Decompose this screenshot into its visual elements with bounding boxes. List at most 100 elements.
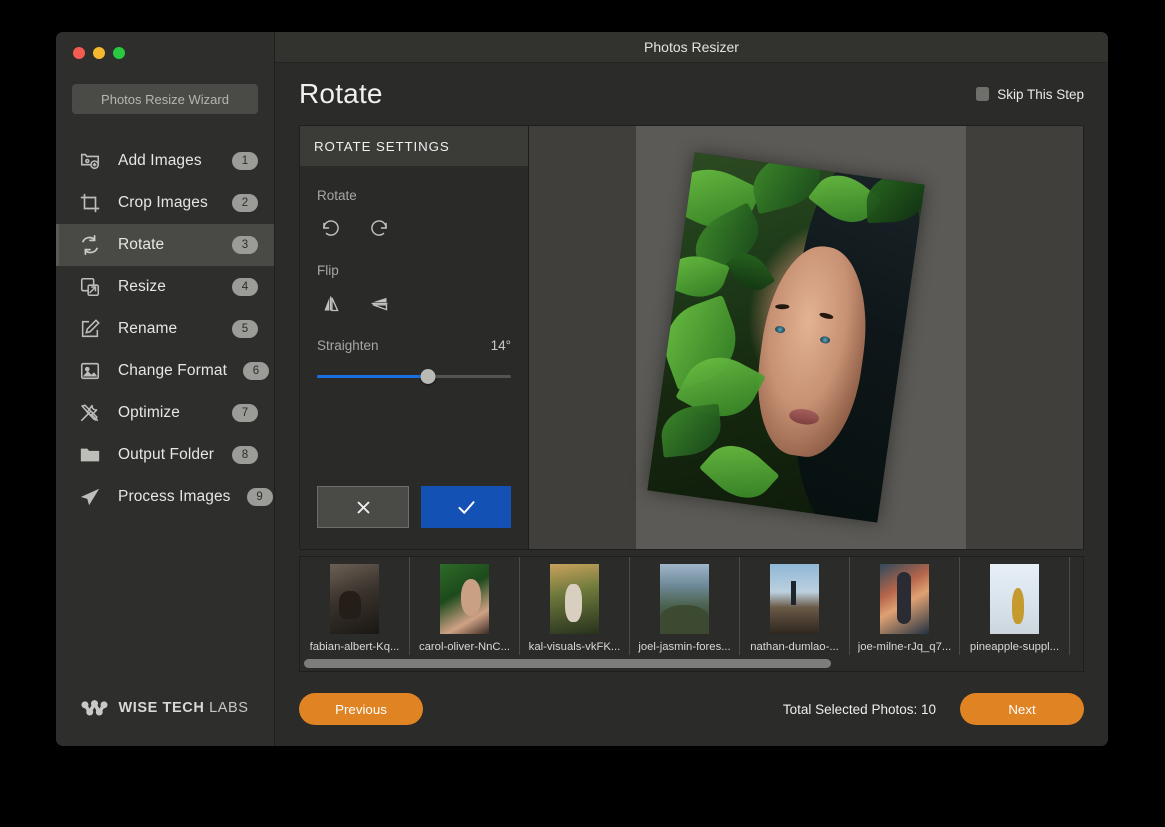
paper-plane-icon <box>78 485 102 509</box>
thumbnail-item[interactable]: kal-visuals-vkFK... <box>520 557 630 655</box>
wizard-badge: Photos Resize Wizard <box>72 84 258 114</box>
minimize-window-button[interactable] <box>93 47 105 59</box>
flip-horizontal-icon[interactable] <box>318 290 344 316</box>
rotate-left-icon[interactable] <box>318 215 344 241</box>
thumbnail-filename: pineapple-suppl... <box>969 641 1060 653</box>
thumbnail-list: fabian-albert-Kq... carol-oliver-NnC... … <box>300 557 1083 655</box>
thumbnail-image <box>440 564 489 634</box>
sidebar-item-label: Rename <box>118 320 178 337</box>
sidebar: Photos Resize Wizard Add Images 1 Crop I… <box>56 32 275 746</box>
sidebar-nav: Add Images 1 Crop Images 2 Rotate 3 Resi… <box>56 140 274 518</box>
page-title: Rotate <box>299 78 383 109</box>
sidebar-item-label: Rotate <box>118 236 165 253</box>
flip-vertical-icon[interactable] <box>366 290 392 316</box>
sidebar-item-rotate[interactable]: Rotate 3 <box>56 224 274 266</box>
sidebar-item-label: Change Format <box>118 362 227 379</box>
crop-icon <box>78 191 102 215</box>
flip-group-label: Flip <box>317 263 339 278</box>
photo-eye-left <box>774 325 786 334</box>
window-controls <box>56 32 274 59</box>
sidebar-item-badge: 6 <box>243 362 269 380</box>
thumbnail-item[interactable]: carol-oliver-NnC... <box>410 557 520 655</box>
folder-icon <box>78 443 102 467</box>
thumbnail-image <box>990 564 1039 634</box>
rotate-right-icon[interactable] <box>366 215 392 241</box>
sidebar-item-label: Crop Images <box>118 194 208 211</box>
footer-bar: Previous Total Selected Photos: 10 Next <box>299 672 1084 746</box>
page-content: Rotate Skip This Step ROTATE SETTINGS Ro… <box>275 63 1108 746</box>
slider-thumb[interactable] <box>420 369 436 384</box>
sidebar-item-badge: 8 <box>232 446 258 464</box>
rotate-buttons-row <box>317 215 511 241</box>
sidebar-item-badge: 2 <box>232 194 258 212</box>
wise-tech-labs-mark-icon <box>81 698 108 718</box>
image-preview-area[interactable] <box>529 126 1083 549</box>
thumbnail-strip: fabian-albert-Kq... carol-oliver-NnC... … <box>299 556 1084 672</box>
add-images-icon <box>78 149 102 173</box>
skip-this-step-label: Skip This Step <box>997 86 1084 102</box>
straighten-row: Straighten 14° <box>317 338 511 353</box>
thumbnail-filename: carol-oliver-NnC... <box>418 641 511 653</box>
thumbnail-image <box>880 564 929 634</box>
sidebar-item-badge: 9 <box>246 488 273 506</box>
rename-icon <box>78 317 102 341</box>
straighten-slider[interactable] <box>317 369 511 385</box>
scrollbar-track[interactable] <box>304 658 1079 668</box>
photo-brow-left <box>774 304 789 310</box>
straighten-value: 14° <box>490 338 511 353</box>
brand-text-secondary: LABS <box>209 700 249 716</box>
thumbnail-scrollbar[interactable] <box>300 655 1083 671</box>
photo-brow-right <box>818 311 834 320</box>
rotate-settings-body: Rotate Flip Straighten 14° <box>300 166 528 385</box>
skip-this-step-checkbox[interactable]: Skip This Step <box>976 87 1084 102</box>
preview-photo[interactable] <box>646 152 925 523</box>
sidebar-item-label: Optimize <box>118 404 180 421</box>
image-icon <box>78 359 102 383</box>
sidebar-item-optimize[interactable]: Optimize 7 <box>56 392 274 434</box>
flip-buttons-row <box>317 290 511 316</box>
thumbnail-item[interactable]: joe-milne-rJq_q7... <box>850 557 960 655</box>
sidebar-item-resize[interactable]: Resize 4 <box>56 266 274 308</box>
brand-logo: WISE TECH LABS <box>56 698 274 718</box>
work-area: ROTATE SETTINGS Rotate Flip Straighten 1… <box>299 125 1084 550</box>
maximize-window-button[interactable] <box>113 47 125 59</box>
sidebar-item-change-format[interactable]: Change Format 6 <box>56 350 274 392</box>
thumbnail-filename: joe-milne-rJq_q7... <box>857 641 952 653</box>
sidebar-item-rename[interactable]: Rename 5 <box>56 308 274 350</box>
sidebar-item-add-images[interactable]: Add Images 1 <box>56 140 274 182</box>
sidebar-item-badge: 5 <box>232 320 258 338</box>
next-button[interactable]: Next <box>960 693 1084 725</box>
sidebar-item-crop-images[interactable]: Crop Images 2 <box>56 182 274 224</box>
thumbnail-item[interactable]: joel-jasmin-fores... <box>630 557 740 655</box>
thumbnail-item[interactable]: fabian-albert-Kq... <box>300 557 410 655</box>
thumbnail-item[interactable]: nathan-dumlao-... <box>740 557 850 655</box>
thumbnail-image <box>330 564 379 634</box>
settings-action-buttons <box>317 486 511 528</box>
sidebar-item-label: Resize <box>118 278 166 295</box>
sidebar-item-badge: 7 <box>232 404 258 422</box>
thumbnail-image <box>770 564 819 634</box>
previous-button[interactable]: Previous <box>299 693 423 725</box>
cancel-button[interactable] <box>317 486 409 528</box>
application-window: Photos Resize Wizard Add Images 1 Crop I… <box>56 32 1108 746</box>
main-area: Photos Resizer Rotate Skip This Step ROT… <box>275 32 1108 746</box>
thumbnail-filename: fabian-albert-Kq... <box>309 641 400 653</box>
straighten-label: Straighten <box>317 338 379 353</box>
thumbnail-item[interactable]: pineapple-suppl... <box>960 557 1070 655</box>
resize-icon <box>78 275 102 299</box>
checkbox-box-icon <box>976 87 990 101</box>
total-selected-photos-label: Total Selected Photos: 10 <box>782 701 936 717</box>
brand-text-primary: WISE TECH <box>118 700 205 716</box>
close-window-button[interactable] <box>73 47 85 59</box>
rotate-settings-header: ROTATE SETTINGS <box>300 126 528 166</box>
scrollbar-thumb[interactable] <box>304 658 831 668</box>
apply-button[interactable] <box>421 486 511 528</box>
sidebar-item-badge: 1 <box>232 152 258 170</box>
sidebar-item-label: Output Folder <box>118 446 215 463</box>
sidebar-item-output-folder[interactable]: Output Folder 8 <box>56 434 274 476</box>
thumbnail-filename: nathan-dumlao-... <box>750 641 839 653</box>
sidebar-item-process-images[interactable]: Process Images 9 <box>56 476 274 518</box>
thumbnail-image <box>660 564 709 634</box>
tools-icon <box>78 401 102 425</box>
thumbnail-filename: joel-jasmin-fores... <box>638 641 731 653</box>
